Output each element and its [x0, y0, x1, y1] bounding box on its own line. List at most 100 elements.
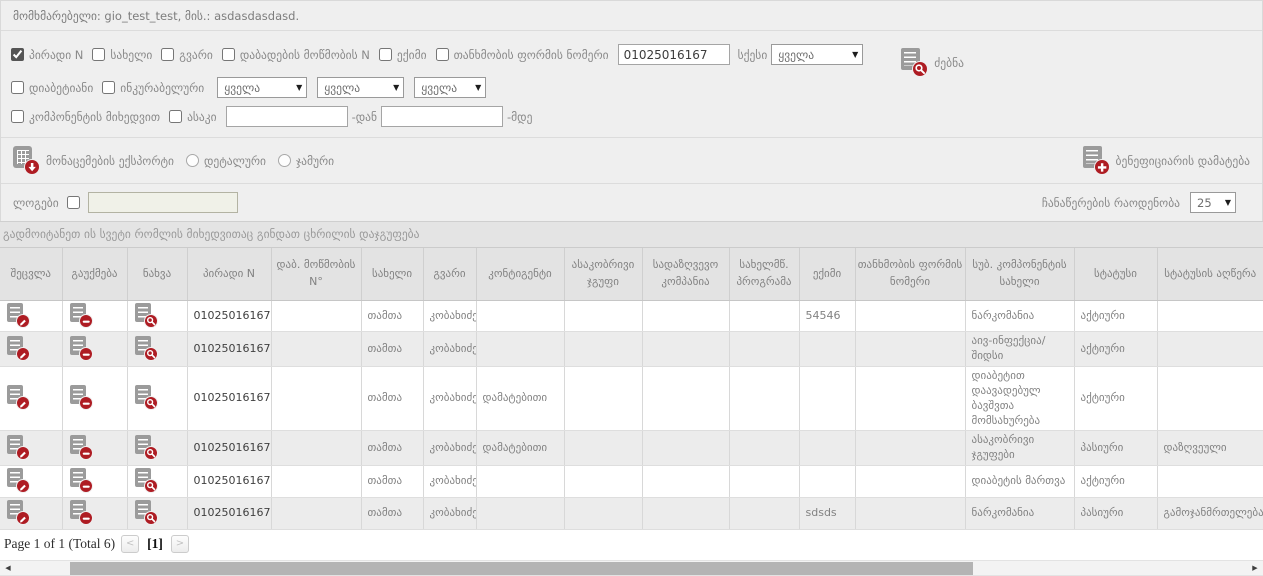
- filter-condition-checkbox-1[interactable]: ინკურაბელური: [102, 81, 204, 95]
- document-add-icon[interactable]: [1083, 146, 1108, 172]
- filter-field-checkbox-input-4[interactable]: [379, 48, 392, 61]
- filter-field-checkbox-0[interactable]: პირადი N: [11, 48, 83, 62]
- filter-field-checkbox-5[interactable]: თანხმობის ფორმის ნომერი: [436, 48, 609, 62]
- column-header-13[interactable]: სუბ. კომპონენტის სახელი: [965, 248, 1074, 300]
- logs-input[interactable]: [88, 192, 238, 213]
- cancel-minus-icon[interactable]: [70, 303, 91, 325]
- filter-condition-checkbox-input-1[interactable]: [102, 81, 115, 94]
- cancel-minus-icon[interactable]: [70, 385, 91, 407]
- filter-field-checkbox-input-1[interactable]: [92, 48, 105, 61]
- filter-select-1[interactable]: ყველა▼: [317, 77, 404, 98]
- filter-row-1: პირადი N სახელი გვარი დაბადების მოწმობის N ე…: [11, 40, 1252, 69]
- cancel-minus-icon[interactable]: [70, 435, 91, 457]
- cancel-minus-icon[interactable]: [70, 468, 91, 490]
- table-cell: [564, 300, 642, 332]
- filter-condition-checkbox-0[interactable]: დიაბეტიანი: [11, 81, 93, 95]
- radio-detailed[interactable]: დეტალური: [186, 154, 266, 168]
- column-header-2[interactable]: ნახვა: [127, 248, 187, 300]
- radio-summary[interactable]: ჯამური: [278, 154, 334, 168]
- user-bar: მომხმარებელი: gio_test_test, მის.: asdas…: [1, 1, 1262, 31]
- logs-checkbox-input[interactable]: [67, 196, 80, 209]
- edit-pencil-icon[interactable]: [7, 303, 28, 325]
- filter-mode-checkbox-input-0[interactable]: [11, 110, 24, 123]
- column-header-5[interactable]: სახელი: [361, 248, 423, 300]
- cancel-minus-icon[interactable]: [70, 336, 91, 358]
- column-header-8[interactable]: ასაკობრივი ჯგუფი: [564, 248, 642, 300]
- edit-pencil-icon[interactable]: [7, 435, 28, 457]
- scroll-right-arrow-icon[interactable]: ▶: [1247, 561, 1263, 575]
- filter-mode-checkbox-0[interactable]: კომპონენტის მიხედვით: [11, 110, 160, 124]
- column-header-7[interactable]: კონტიგენტი: [476, 248, 564, 300]
- column-header-10[interactable]: სახელმწ. პროგრამა: [729, 248, 799, 300]
- cancel-minus-icon[interactable]: [70, 500, 91, 522]
- gender-select[interactable]: ყველა ▼: [771, 44, 863, 65]
- scrollbar-track[interactable]: [16, 561, 1247, 575]
- document-search-icon[interactable]: [901, 48, 926, 74]
- records-count-select[interactable]: 25 ▼: [1190, 192, 1236, 213]
- filter-field-checkbox-input-2[interactable]: [161, 48, 174, 61]
- view-magnifier-icon[interactable]: [135, 385, 156, 407]
- records-count-label: ჩანაწერების რაოდენობა: [1042, 196, 1180, 210]
- export-data-button[interactable]: მონაცემების ექსპორტი: [13, 146, 174, 175]
- edit-pencil-icon[interactable]: [7, 385, 28, 407]
- filter-field-checkbox-3[interactable]: დაბადების მოწმობის N: [222, 48, 370, 62]
- filter-mode-checkbox-input-1[interactable]: [169, 110, 182, 123]
- edit-pencil-icon[interactable]: [7, 468, 28, 490]
- view-magnifier-icon[interactable]: [135, 500, 156, 522]
- group-by-hint-bar[interactable]: გადმოიტანეთ ის სვეტი რომლის მიხედვითაც გ…: [0, 221, 1263, 248]
- column-header-11[interactable]: ექიმი: [799, 248, 855, 300]
- view-magnifier-icon[interactable]: [135, 435, 156, 457]
- consent-form-number-input[interactable]: [618, 44, 730, 65]
- filter-field-checkbox-input-5[interactable]: [436, 48, 449, 61]
- filter-field-checkbox-1[interactable]: სახელი: [92, 48, 152, 62]
- table-cell: [642, 367, 729, 431]
- column-header-9[interactable]: სადაზღვევო კომპანია: [642, 248, 729, 300]
- next-page-button[interactable]: >: [171, 535, 189, 553]
- filter-mode-checkbox-1[interactable]: ასაკი: [169, 110, 217, 124]
- table-cell: [564, 431, 642, 466]
- edit-pencil-icon[interactable]: [7, 336, 28, 358]
- filter-panel: მომხმარებელი: gio_test_test, მის.: asdas…: [0, 0, 1263, 221]
- filter-field-checkbox-2[interactable]: გვარი: [161, 48, 213, 62]
- view-magnifier-icon[interactable]: [135, 468, 156, 490]
- view-magnifier-icon[interactable]: [135, 303, 156, 325]
- column-header-3[interactable]: პირადი N: [187, 248, 271, 300]
- column-header-14[interactable]: სტატუსი: [1074, 248, 1157, 300]
- column-header-6[interactable]: გვარი: [423, 248, 476, 300]
- table-cell: [729, 332, 799, 367]
- filter-field-checkbox-label-1: სახელი: [110, 48, 152, 62]
- scroll-left-arrow-icon[interactable]: ◀: [0, 561, 16, 575]
- scrollbar-thumb[interactable]: [70, 562, 973, 575]
- filter-condition-checkbox-input-0[interactable]: [11, 81, 24, 94]
- edit-pencil-icon[interactable]: [7, 500, 28, 522]
- table-cell: [564, 367, 642, 431]
- filter-select-0[interactable]: ყველა▼: [217, 77, 307, 98]
- table-cell: კობახიძე: [423, 466, 476, 498]
- column-header-15[interactable]: სტატუსის აღწერა: [1157, 248, 1263, 300]
- table-cell: [855, 497, 965, 529]
- search-button[interactable]: ძებნა: [901, 48, 964, 77]
- logs-checkbox[interactable]: [67, 196, 80, 209]
- cancel-action-cell: [62, 497, 127, 529]
- column-header-0[interactable]: შეცვლა: [0, 248, 62, 300]
- column-header-12[interactable]: თანხმობის ფორმის ნომერი: [855, 248, 965, 300]
- excel-export-icon[interactable]: [13, 146, 38, 172]
- filter-field-checkbox-4[interactable]: ექიმი: [379, 48, 427, 62]
- add-beneficiary-button[interactable]: ბენეფიციარის დამატება: [1083, 146, 1250, 175]
- records-count-value: 25: [1197, 196, 1212, 210]
- table-cell: კობახიძე: [423, 367, 476, 431]
- age-to-input[interactable]: [381, 106, 503, 127]
- current-page-number[interactable]: [1]: [147, 536, 163, 552]
- column-header-1[interactable]: გაუქმება: [62, 248, 127, 300]
- filter-field-checkbox-input-3[interactable]: [222, 48, 235, 61]
- filter-mode-checkbox-label-1: ასაკი: [187, 110, 217, 124]
- add-beneficiary-label: ბენეფიციარის დამატება: [1116, 154, 1250, 168]
- filter-field-checkbox-input-0[interactable]: [11, 48, 24, 61]
- horizontal-scrollbar[interactable]: ◀ ▶: [0, 560, 1263, 576]
- filter-select-2[interactable]: ყველა▼: [414, 77, 486, 98]
- prev-page-button[interactable]: <: [121, 535, 139, 553]
- view-magnifier-icon[interactable]: [135, 336, 156, 358]
- age-from-input[interactable]: [226, 106, 348, 127]
- column-header-4[interactable]: დაბ. მოწმობის N°: [271, 248, 361, 300]
- chevron-down-icon: ▼: [475, 83, 481, 92]
